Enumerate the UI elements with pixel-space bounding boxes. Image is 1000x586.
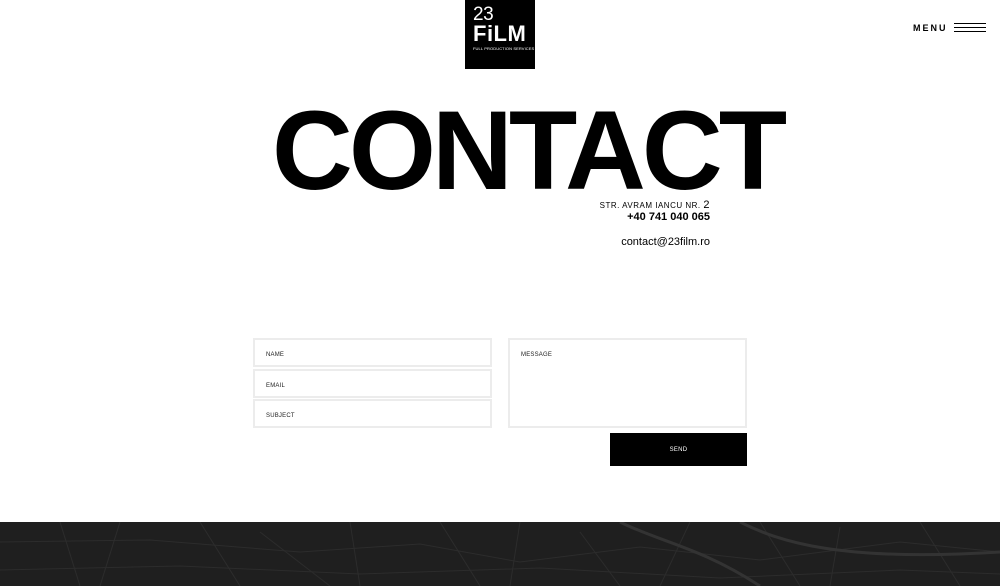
- logo-tagline: FULL PRODUCTION SERVICES: [473, 46, 535, 51]
- address: STR. AVRAM IANCU NR. 2: [600, 199, 710, 211]
- name-input[interactable]: NAME: [253, 338, 492, 367]
- logo[interactable]: 23 FiLM FULL PRODUCTION SERVICES: [465, 0, 535, 69]
- location-map[interactable]: [0, 522, 1000, 586]
- map-streets: [0, 522, 1000, 586]
- send-button-label: SEND: [669, 446, 688, 453]
- address-street: STR. AVRAM IANCU NR.: [599, 201, 701, 210]
- message-textarea[interactable]: MESSAGE: [508, 338, 747, 428]
- address-number: 2: [703, 199, 710, 211]
- hamburger-icon: [953, 22, 986, 34]
- send-button[interactable]: SEND: [610, 433, 747, 466]
- contact-page: 23 FiLM FULL PRODUCTION SERVICES MENU CO…: [0, 0, 1000, 586]
- phone-number: +40 741 040 065: [627, 211, 710, 223]
- menu-button[interactable]: MENU: [913, 20, 986, 36]
- menu-label: MENU: [913, 23, 948, 33]
- subject-input[interactable]: SUBJECT: [253, 399, 492, 428]
- page-title: CONTACT: [272, 88, 787, 213]
- logo-word: FiLM: [473, 21, 527, 46]
- email-link[interactable]: contact@23film.ro: [621, 236, 710, 248]
- email-input[interactable]: EMAIL: [253, 369, 492, 398]
